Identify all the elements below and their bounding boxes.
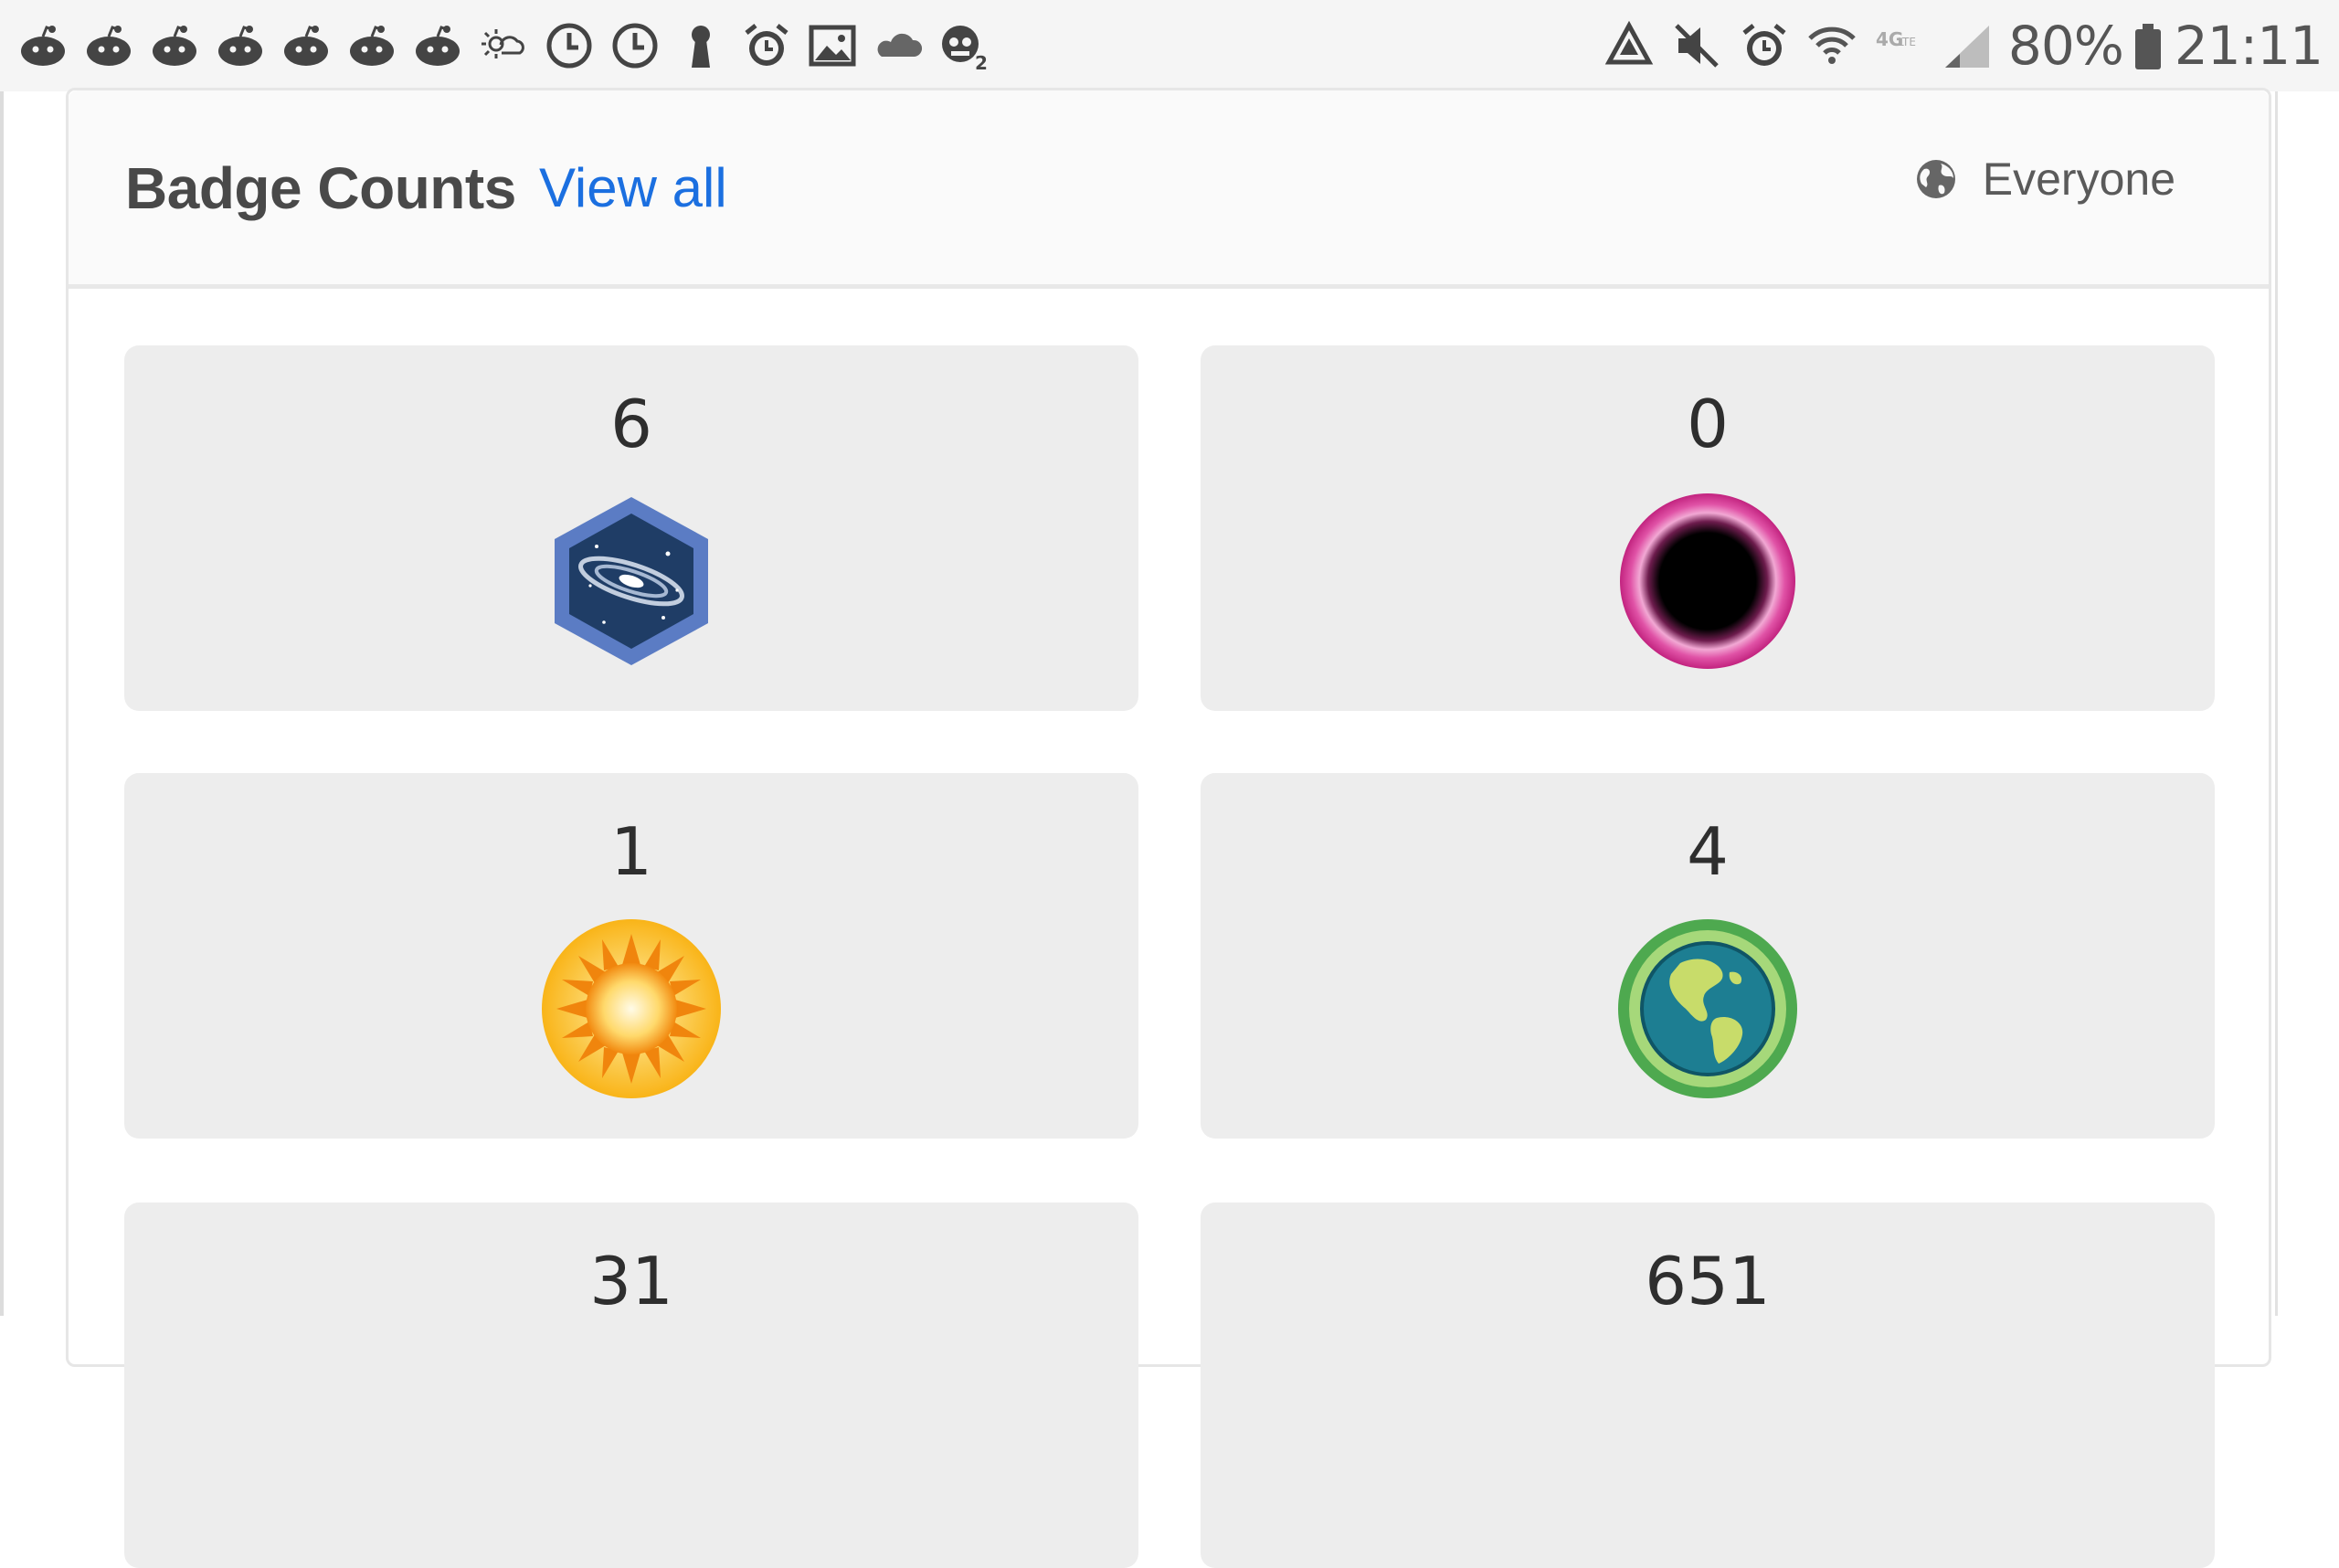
keyhole-icon [674,19,727,72]
badge-count: 4 [1687,813,1729,890]
signal-icon [1941,19,1994,72]
badge-tile[interactable]: 31 [124,1202,1138,1568]
reddit-icon [411,19,464,72]
recycle-icon [1603,19,1656,72]
earth-badge-icon [1616,917,1799,1100]
reddit-icon [16,19,69,72]
badge-count: 0 [1687,386,1729,462]
alarm-icon [1738,19,1791,72]
galaxy-badge-icon [540,490,723,673]
reddit-icon [280,19,333,72]
audience-selector[interactable]: Everyone [1915,153,2175,206]
notification-icons: 2 [16,19,1003,72]
svg-text:2: 2 [975,52,988,71]
robot-face-icon: 2 [937,19,990,72]
reddit-icon [82,19,135,72]
status-time: 21:11 [2174,15,2323,77]
lte-icon: 4G LTE [1873,19,1926,72]
badge-count: 1 [610,813,652,890]
image-icon [806,19,859,72]
page-right-border [2275,91,2278,1316]
wifi-icon [1805,19,1858,72]
badge-count: 651 [1645,1243,1771,1319]
badge-count: 31 [589,1243,673,1319]
card-header: Badge Counts View all Everyone [69,90,2269,289]
card-title: Badge Counts [125,155,516,221]
mute-icon [1670,19,1723,72]
badge-tile[interactable]: 6 [124,345,1138,711]
reddit-icon [148,19,201,72]
weather-icon [477,19,530,72]
badge-count: 6 [610,386,652,462]
status-bar: 2 4G LTE 80% 21:11 [0,0,2339,91]
black-hole-badge-icon [1616,490,1799,673]
clock-icon [609,19,661,72]
page-left-border [0,91,4,1316]
audience-label: Everyone [1982,154,2175,205]
cloud-icon [872,19,925,72]
badge-tile[interactable]: 1 [124,773,1138,1139]
badge-tile[interactable]: 0 [1201,345,2215,711]
svg-text:LTE: LTE [1898,36,1916,48]
globe-icon [1915,158,1957,200]
clock-icon [543,19,596,72]
battery-icon [2133,19,2164,72]
battery-percent: 80% [2007,15,2124,77]
system-indicators: 4G LTE 80% 21:11 [1597,15,2323,77]
view-all-link[interactable]: View all [539,156,727,219]
reddit-icon [214,19,267,72]
badge-counts-card: Badge Counts View all Everyone [66,88,2271,1367]
sun-badge-icon [540,917,723,1100]
alarm-icon [740,19,793,72]
badge-tile[interactable]: 4 [1201,773,2215,1139]
badge-tile[interactable]: 651 [1201,1202,2215,1568]
reddit-icon [345,19,398,72]
